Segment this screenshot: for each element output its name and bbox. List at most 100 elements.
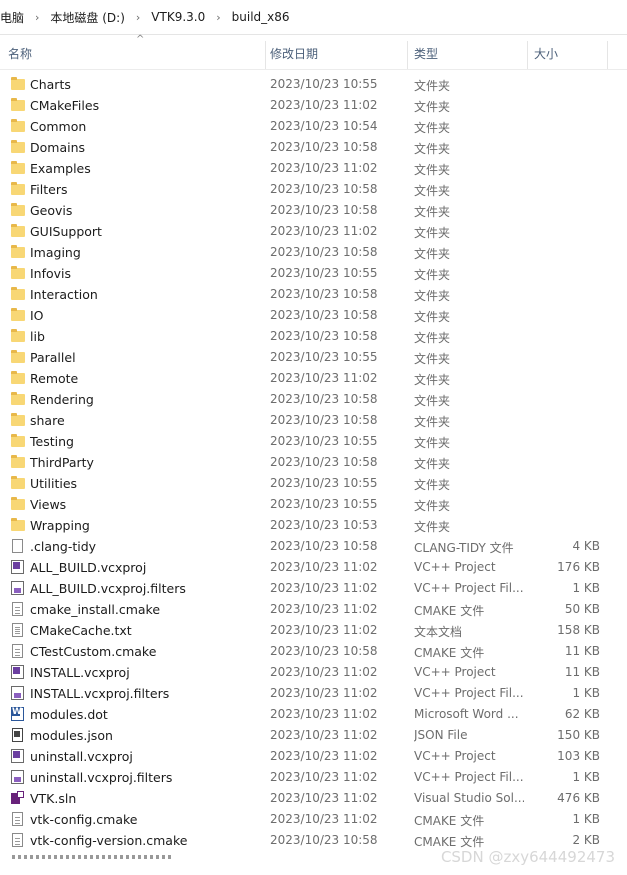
folder-icon bbox=[11, 329, 25, 342]
file-row[interactable]: Infovis 2023/10/23 10:55 文件夹 bbox=[0, 263, 627, 284]
file-date: 2023/10/23 10:58 bbox=[270, 140, 378, 154]
file-row[interactable]: modules.dot 2023/10/23 11:02 Microsoft Wor… bbox=[0, 704, 627, 725]
file-row[interactable]: Domains 2023/10/23 10:58 文件夹 bbox=[0, 137, 627, 158]
file-row[interactable]: Remote 2023/10/23 11:02 文件夹 bbox=[0, 368, 627, 389]
file-row[interactable]: share 2023/10/23 10:58 文件夹 bbox=[0, 410, 627, 431]
filters-icon bbox=[11, 686, 24, 700]
file-type: 文件夹 bbox=[414, 79, 451, 93]
file-name: Infovis bbox=[30, 266, 72, 281]
column-divider[interactable] bbox=[407, 41, 408, 69]
file-size: 2 KB bbox=[572, 833, 600, 847]
file-row[interactable]: Testing 2023/10/23 10:55 文件夹 bbox=[0, 431, 627, 452]
file-type: 文件夹 bbox=[414, 520, 451, 534]
file-date: 2023/10/23 10:58 bbox=[270, 287, 378, 301]
folder-icon bbox=[11, 98, 25, 111]
file-row[interactable]: .clang-tidy 2023/10/23 10:58 CLANG-TIDY 文件… bbox=[0, 536, 627, 557]
column-divider[interactable] bbox=[527, 41, 528, 69]
file-row[interactable]: IO 2023/10/23 10:58 文件夹 bbox=[0, 305, 627, 326]
file-date: 2023/10/23 11:02 bbox=[270, 665, 378, 679]
file-row[interactable]: ALL_BUILD.vcxproj 2023/10/23 11:02 VC++ Pr… bbox=[0, 557, 627, 578]
file-type: 文件夹 bbox=[414, 121, 451, 135]
file-date: 2023/10/23 11:02 bbox=[270, 749, 378, 763]
file-date: 2023/10/23 11:02 bbox=[270, 623, 378, 637]
folder-icon bbox=[11, 350, 25, 363]
column-header-date[interactable]: 修改日期 bbox=[270, 35, 406, 69]
folder-icon bbox=[11, 287, 25, 300]
column-header-size[interactable]: 大小 bbox=[534, 35, 606, 69]
breadcrumb-vtk-folder[interactable]: VTK9.3.0 bbox=[149, 10, 207, 24]
file-type: 文件夹 bbox=[414, 205, 451, 219]
file-date: 2023/10/23 10:58 bbox=[270, 245, 378, 259]
column-divider[interactable] bbox=[607, 41, 608, 69]
file-type: 文件夹 bbox=[414, 394, 451, 408]
file-name: CTestCustom.cmake bbox=[30, 644, 157, 659]
file-type: Microsoft Word ... bbox=[414, 707, 519, 721]
file-date: 2023/10/23 11:02 bbox=[270, 98, 378, 112]
file-row[interactable]: CMakeCache.txt 2023/10/23 11:02 文本文档 158 KB bbox=[0, 620, 627, 641]
file-row[interactable]: uninstall.vcxproj 2023/10/23 11:02 VC++ Pr… bbox=[0, 746, 627, 767]
file-type: 文件夹 bbox=[414, 289, 451, 303]
column-header-name[interactable]: 名称 ^ bbox=[8, 34, 266, 69]
file-date: 2023/10/23 11:02 bbox=[270, 686, 378, 700]
file-row[interactable]: Views 2023/10/23 10:55 文件夹 bbox=[0, 494, 627, 515]
file-date: 2023/10/23 10:54 bbox=[270, 119, 378, 133]
file-row[interactable]: vtk-config.cmake 2023/10/23 11:02 CMAKE 文件… bbox=[0, 809, 627, 830]
file-row[interactable]: Charts 2023/10/23 10:55 文件夹 bbox=[0, 74, 627, 95]
cmake-icon bbox=[12, 602, 23, 616]
file-type: 文件夹 bbox=[414, 415, 451, 429]
file-row[interactable]: cmake_install.cmake 2023/10/23 11:02 CMAKE… bbox=[0, 599, 627, 620]
chevron-right-icon[interactable]: › bbox=[26, 11, 48, 24]
file-date: 2023/10/23 10:53 bbox=[270, 518, 378, 532]
file-name: uninstall.vcxproj.filters bbox=[30, 770, 173, 785]
file-name: Domains bbox=[30, 140, 86, 155]
file-date: 2023/10/23 10:58 bbox=[270, 392, 378, 406]
file-size: 11 KB bbox=[564, 665, 600, 679]
file-row[interactable]: Common 2023/10/23 10:54 文件夹 bbox=[0, 116, 627, 137]
file-row[interactable]: Geovis 2023/10/23 10:58 文件夹 bbox=[0, 200, 627, 221]
file-name: Examples bbox=[30, 161, 91, 176]
file-row[interactable]: Imaging 2023/10/23 10:58 文件夹 bbox=[0, 242, 627, 263]
file-row[interactable]: Filters 2023/10/23 10:58 文件夹 bbox=[0, 179, 627, 200]
file-name: Filters bbox=[30, 182, 68, 197]
file-row[interactable]: CMakeFiles 2023/10/23 11:02 文件夹 bbox=[0, 95, 627, 116]
column-divider[interactable] bbox=[265, 41, 266, 69]
breadcrumb-drive-d[interactable]: 本地磁盘 (D:) bbox=[48, 9, 126, 26]
breadcrumb-build-folder[interactable]: build_x86 bbox=[230, 10, 292, 24]
file-type: 文件夹 bbox=[414, 457, 451, 471]
file-row[interactable]: ALL_BUILD.vcxproj.filters 2023/10/23 11:0… bbox=[0, 578, 627, 599]
file-row[interactable]: INSTALL.vcxproj 2023/10/23 11:02 VC++ Proj… bbox=[0, 662, 627, 683]
file-row[interactable]: VTK.sln 2023/10/23 11:02 Visual Studio Sol… bbox=[0, 788, 627, 809]
cmake-icon bbox=[12, 833, 23, 847]
chevron-right-icon[interactable]: › bbox=[207, 11, 229, 24]
file-row[interactable]: CTestCustom.cmake 2023/10/23 10:58 CMAKE 文… bbox=[0, 641, 627, 662]
column-header-type[interactable]: 类型 bbox=[414, 35, 524, 69]
file-date: 2023/10/23 10:55 bbox=[270, 497, 378, 511]
file-icon bbox=[12, 539, 23, 553]
file-date: 2023/10/23 11:02 bbox=[270, 812, 378, 826]
clipped-row-fragment bbox=[12, 855, 172, 859]
column-header-name-label: 名称 bbox=[8, 47, 33, 61]
file-row[interactable]: uninstall.vcxproj.filters 2023/10/23 11:0… bbox=[0, 767, 627, 788]
file-date: 2023/10/23 10:55 bbox=[270, 434, 378, 448]
file-name: Views bbox=[30, 497, 67, 512]
file-size: 11 KB bbox=[564, 644, 600, 658]
folder-icon bbox=[11, 266, 25, 279]
breadcrumb-this-pc[interactable]: 电脑 bbox=[0, 9, 26, 26]
file-row[interactable]: Rendering 2023/10/23 10:58 文件夹 bbox=[0, 389, 627, 410]
file-row[interactable]: INSTALL.vcxproj.filters 2023/10/23 11:02 V… bbox=[0, 683, 627, 704]
file-type: 文件夹 bbox=[414, 373, 451, 387]
file-row[interactable]: ThirdParty 2023/10/23 10:58 文件夹 bbox=[0, 452, 627, 473]
file-row[interactable]: Utilities 2023/10/23 10:55 文件夹 bbox=[0, 473, 627, 494]
file-row[interactable]: Parallel 2023/10/23 10:55 文件夹 bbox=[0, 347, 627, 368]
file-row[interactable]: GUISupport 2023/10/23 11:02 文件夹 bbox=[0, 221, 627, 242]
file-size: 62 KB bbox=[564, 707, 600, 721]
file-row[interactable]: lib 2023/10/23 10:58 文件夹 bbox=[0, 326, 627, 347]
file-row[interactable]: modules.json 2023/10/23 11:02 JSON File 150… bbox=[0, 725, 627, 746]
file-name: INSTALL.vcxproj bbox=[30, 665, 130, 680]
file-row[interactable]: Interaction 2023/10/23 10:58 文件夹 bbox=[0, 284, 627, 305]
file-date: 2023/10/23 11:02 bbox=[270, 581, 378, 595]
file-name: ThirdParty bbox=[30, 455, 94, 470]
file-row[interactable]: Examples 2023/10/23 11:02 文件夹 bbox=[0, 158, 627, 179]
file-name: IO bbox=[30, 308, 44, 323]
file-row[interactable]: Wrapping 2023/10/23 10:53 文件夹 bbox=[0, 515, 627, 536]
